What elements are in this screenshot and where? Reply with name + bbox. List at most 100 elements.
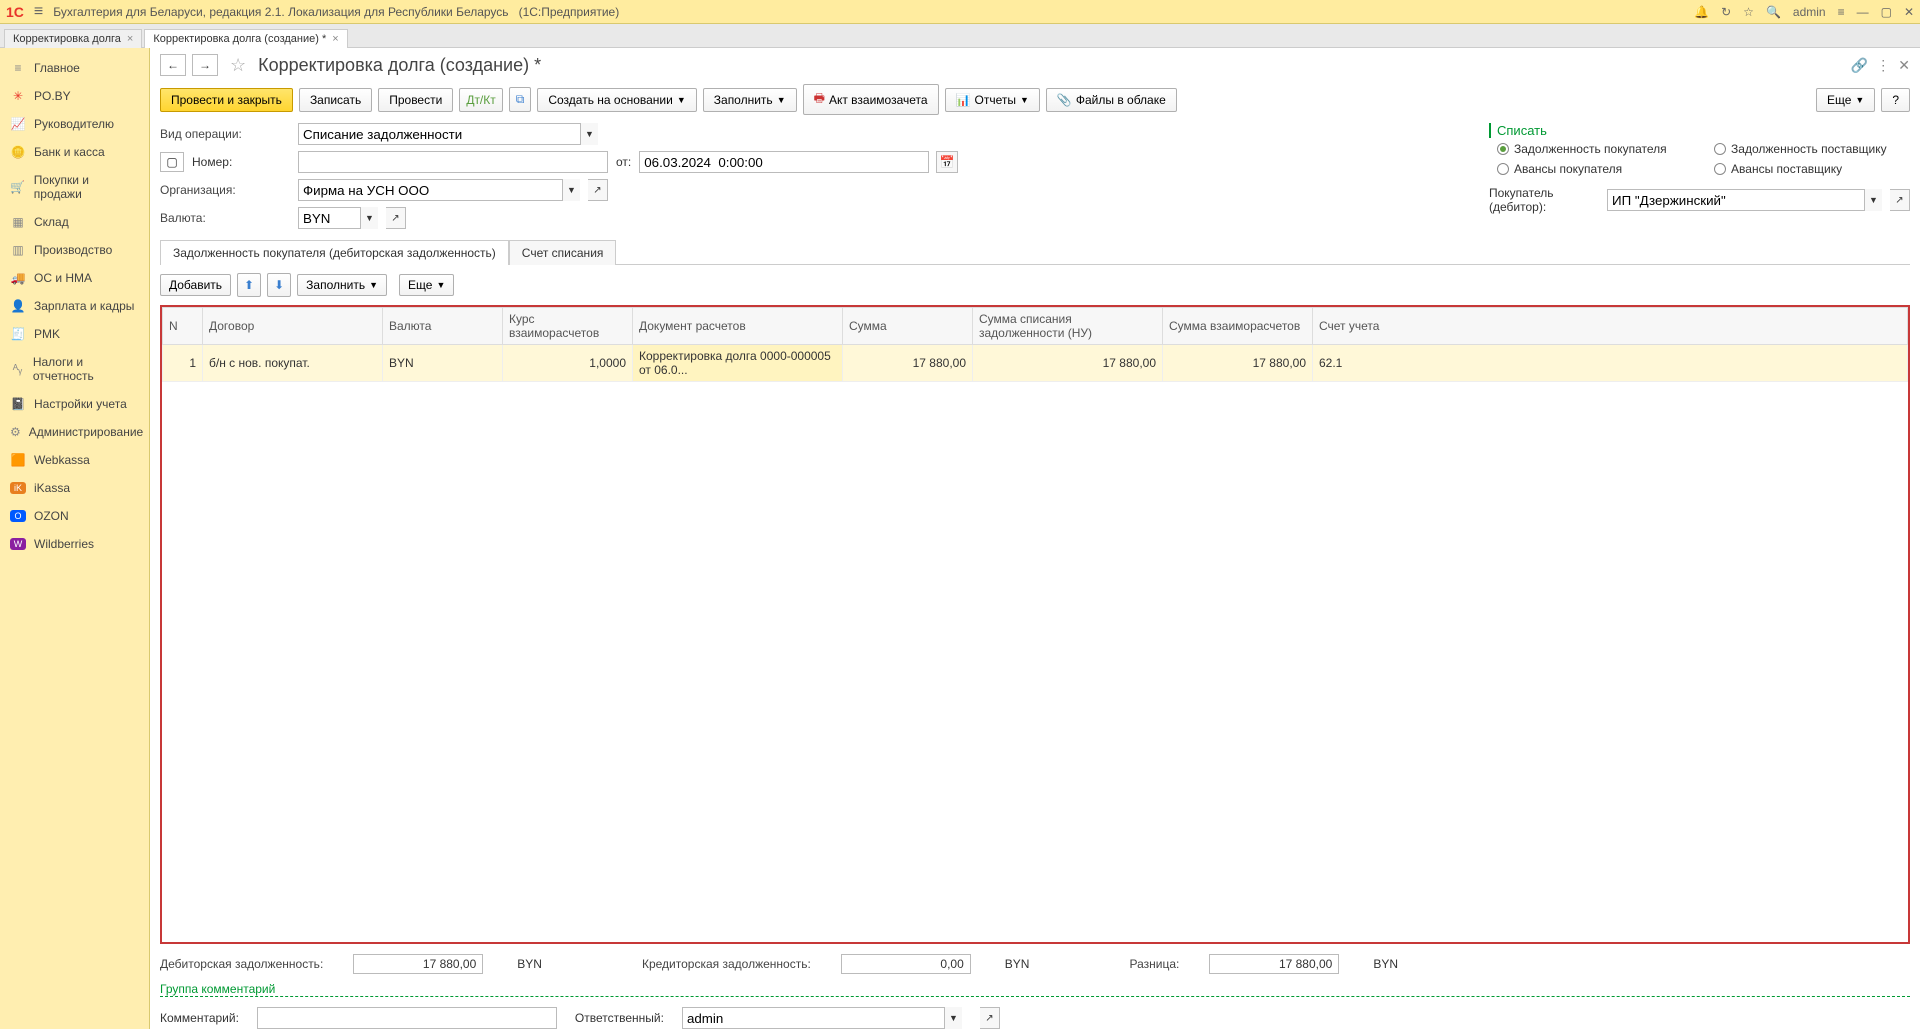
sidebar-item-assets[interactable]: 🚚ОС и НМА (0, 264, 149, 292)
forward-button[interactable]: → (192, 54, 218, 76)
close-page-icon[interactable]: ✕ (1898, 57, 1910, 74)
tab-close-icon[interactable]: × (332, 33, 338, 45)
post-close-button[interactable]: Провести и закрыть (160, 88, 293, 112)
fill-button[interactable]: Заполнить ▼ (703, 88, 797, 112)
tab-debt[interactable]: Задолженность покупателя (дебиторская за… (160, 240, 509, 265)
cell-currency[interactable]: BYN (383, 345, 503, 382)
sidebar-item-hr[interactable]: 👤Зарплата и кадры (0, 292, 149, 320)
link-icon[interactable]: 🔗 (1851, 57, 1868, 74)
minimize-icon[interactable]: — (1857, 5, 1869, 19)
dropdown-icon[interactable]: ▼ (562, 179, 580, 201)
radio-supplier-advance[interactable]: Авансы поставщику (1714, 162, 1910, 176)
tab-korr-dolga-create[interactable]: Корректировка долга (создание) * × (144, 29, 347, 48)
col-currency[interactable]: Валюта (383, 308, 503, 345)
post-button[interactable]: Провести (378, 88, 453, 112)
dropdown-icon[interactable]: ▼ (360, 207, 378, 229)
cell-contract[interactable]: б/н с нов. покупат. (203, 345, 383, 382)
col-rate[interactable]: Курс взаиморасчетов (503, 308, 633, 345)
col-contract[interactable]: Договор (203, 308, 383, 345)
sidebar-item-ikassa[interactable]: iKiKassa (0, 474, 149, 502)
user-label[interactable]: admin (1793, 5, 1826, 19)
radio-supplier-debt[interactable]: Задолженность поставщику (1714, 142, 1910, 156)
create-based-button[interactable]: Создать на основании ▼ (537, 88, 696, 112)
op-select[interactable] (298, 123, 598, 145)
sidebar-item-wb[interactable]: WWildberries (0, 530, 149, 558)
sidebar-item-sales[interactable]: 🛒Покупки и продажи (0, 166, 149, 208)
table-fill-button[interactable]: Заполнить ▼ (297, 274, 387, 296)
debt-grid[interactable]: N Договор Валюта Курс взаиморасчетов Док… (160, 305, 1910, 944)
help-button[interactable]: ? (1881, 88, 1910, 112)
cell-doc[interactable]: Корректировка долга 0000-000005 от 06.0.… (633, 345, 843, 382)
cell-sum-nu[interactable]: 17 880,00 (973, 345, 1163, 382)
open-buyer-button[interactable]: ↗ (1890, 189, 1910, 211)
buyer-select[interactable] (1607, 189, 1882, 211)
responsible-select[interactable] (682, 1007, 962, 1029)
close-icon[interactable]: ✕ (1904, 5, 1914, 19)
comment-group-link[interactable]: Группа комментарий (160, 982, 1910, 997)
history-icon[interactable]: ↻ (1721, 5, 1731, 19)
sidebar-item-production[interactable]: ▥Производство (0, 236, 149, 264)
date-input[interactable] (639, 151, 929, 173)
cell-sum[interactable]: 17 880,00 (843, 345, 973, 382)
tab-account[interactable]: Счет списания (509, 240, 617, 265)
save-button[interactable]: Записать (299, 88, 372, 112)
favorite-icon[interactable]: ☆ (230, 55, 246, 76)
comment-input[interactable] (257, 1007, 557, 1029)
hamburger-icon[interactable]: ≡ (34, 3, 43, 21)
search-icon[interactable]: 🔍 (1766, 5, 1781, 19)
sidebar-item-manager[interactable]: 📈Руководителю (0, 110, 149, 138)
dropdown-icon[interactable]: ▼ (1864, 189, 1882, 211)
open-org-button[interactable]: ↗ (588, 179, 608, 201)
move-down-button[interactable]: ⬇ (267, 273, 291, 297)
sidebar-item-bank[interactable]: 🪙Банк и касса (0, 138, 149, 166)
reports-button[interactable]: 📊 Отчеты ▼ (945, 88, 1040, 112)
table-more-button[interactable]: Еще ▼ (399, 274, 454, 296)
sidebar-item-poby[interactable]: ✳PO.BY (0, 82, 149, 110)
sidebar-item-tax[interactable]: ᴬᵧНалоги и отчетность (0, 348, 149, 390)
radio-buyer-debt[interactable]: Задолженность покупателя (1497, 142, 1690, 156)
star-icon[interactable]: ☆ (1743, 5, 1754, 19)
col-doc[interactable]: Документ расчетов (633, 308, 843, 345)
calendar-icon[interactable]: 📅 (936, 151, 958, 173)
sidebar-item-settings[interactable]: 📓Настройки учета (0, 390, 149, 418)
open-cur-button[interactable]: ↗ (386, 207, 406, 229)
dt-kt-button[interactable]: Дт/Кт (459, 88, 502, 112)
dropdown-icon[interactable]: ▼ (944, 1007, 962, 1029)
cell-account[interactable]: 62.1 (1313, 345, 1908, 382)
add-row-button[interactable]: Добавить (160, 274, 231, 296)
sidebar-item-main[interactable]: ≡Главное (0, 54, 149, 82)
maximize-icon[interactable]: ▢ (1881, 5, 1892, 19)
number-input[interactable] (298, 151, 608, 173)
sidebar-item-ozon[interactable]: OOZON (0, 502, 149, 530)
tab-korr-dolga[interactable]: Корректировка долга × (4, 29, 142, 48)
open-resp-button[interactable]: ↗ (980, 1007, 1000, 1029)
move-up-button[interactable]: ⬆ (237, 273, 261, 297)
org-select[interactable] (298, 179, 580, 201)
files-button[interactable]: 📎 Файлы в облаке (1046, 88, 1177, 112)
sidebar-item-admin[interactable]: ⚙Администрирование (0, 418, 149, 446)
structure-button[interactable]: ⧉ (509, 87, 532, 112)
sidebar-item-pmk[interactable]: 🧾PMK (0, 320, 149, 348)
ozon-icon: O (10, 510, 26, 522)
col-account[interactable]: Счет учета (1313, 308, 1908, 345)
dropdown-icon[interactable]: ▼ (580, 123, 598, 145)
col-sum-mr[interactable]: Сумма взаиморасчетов (1163, 308, 1313, 345)
bell-icon[interactable]: 🔔 (1694, 5, 1709, 19)
act-button[interactable]: 🖶 Акт взаимозачета (803, 84, 939, 115)
back-button[interactable]: ← (160, 54, 186, 76)
radio-buyer-advance[interactable]: Авансы покупателя (1497, 162, 1690, 176)
kebab-icon[interactable]: ⋮ (1876, 57, 1890, 74)
tab-close-icon[interactable]: × (127, 33, 133, 45)
more-button[interactable]: Еще ▼ (1816, 88, 1875, 112)
col-sum-nu[interactable]: Сумма списания задолженности (НУ) (973, 308, 1163, 345)
diff-currency: BYN (1373, 957, 1398, 971)
cell-rate[interactable]: 1,0000 (503, 345, 633, 382)
cell-n[interactable]: 1 (163, 345, 203, 382)
sidebar-item-warehouse[interactable]: ▦Склад (0, 208, 149, 236)
col-n[interactable]: N (163, 308, 203, 345)
table-row[interactable]: 1 б/н с нов. покупат. BYN 1,0000 Коррект… (163, 345, 1908, 382)
cell-sum-mr[interactable]: 17 880,00 (1163, 345, 1313, 382)
col-sum[interactable]: Сумма (843, 308, 973, 345)
settings-icon[interactable]: ≡ (1838, 5, 1845, 19)
sidebar-item-webkassa[interactable]: 🟧Webkassa (0, 446, 149, 474)
